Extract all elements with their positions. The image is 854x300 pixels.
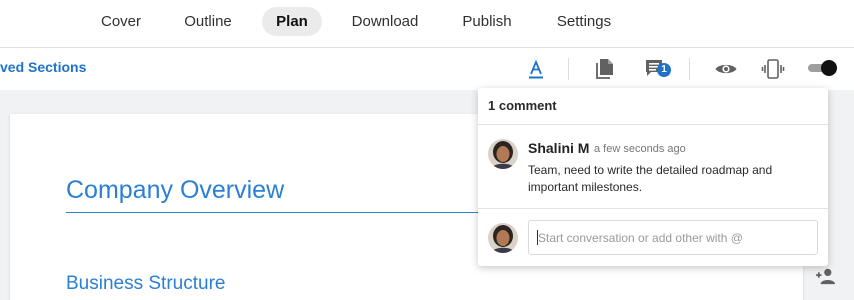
- divider: [478, 124, 828, 125]
- comment-author: Shalini M: [528, 140, 590, 156]
- section-heading[interactable]: Business Structure: [66, 273, 225, 295]
- tab-publish[interactable]: Publish: [454, 7, 520, 36]
- divider: [478, 208, 828, 209]
- toolbar-divider: [689, 58, 690, 80]
- tab-settings[interactable]: Settings: [548, 7, 620, 36]
- comment-timestamp: a few seconds ago: [594, 143, 686, 155]
- comment-count-badge: 1: [657, 63, 671, 77]
- tab-plan[interactable]: Plan: [262, 7, 322, 36]
- current-user-avatar: [488, 223, 518, 253]
- toggle-knob: [821, 60, 837, 76]
- document-icon[interactable]: [593, 57, 617, 81]
- add-person-icon[interactable]: [815, 267, 837, 285]
- tab-outline[interactable]: Outline: [174, 7, 242, 36]
- text-format-icon[interactable]: [524, 57, 548, 81]
- comment-text: Team, need to write the detailed roadmap…: [528, 163, 773, 194]
- top-navigation: Cover Outline Plan Download Publish Sett…: [0, 0, 854, 48]
- title-underline: [66, 212, 496, 213]
- eye-icon[interactable]: [714, 57, 738, 81]
- reply-input[interactable]: [528, 220, 818, 255]
- text-cursor: [537, 230, 538, 245]
- comments-popover: 1 comment Shalini M a few seconds ago Te…: [478, 88, 828, 266]
- saved-sections-link[interactable]: ved Sections: [0, 59, 86, 75]
- tab-cover[interactable]: Cover: [92, 7, 150, 36]
- avatar: [488, 139, 518, 169]
- device-preview-icon[interactable]: [761, 57, 785, 81]
- tab-download[interactable]: Download: [344, 7, 426, 36]
- view-toggle-switch[interactable]: [806, 59, 838, 77]
- document-title[interactable]: Company Overview: [66, 176, 284, 205]
- comments-count-header: 1 comment: [488, 98, 557, 113]
- editor-toolbar: ved Sections: [0, 48, 854, 90]
- toolbar-divider: [568, 58, 569, 80]
